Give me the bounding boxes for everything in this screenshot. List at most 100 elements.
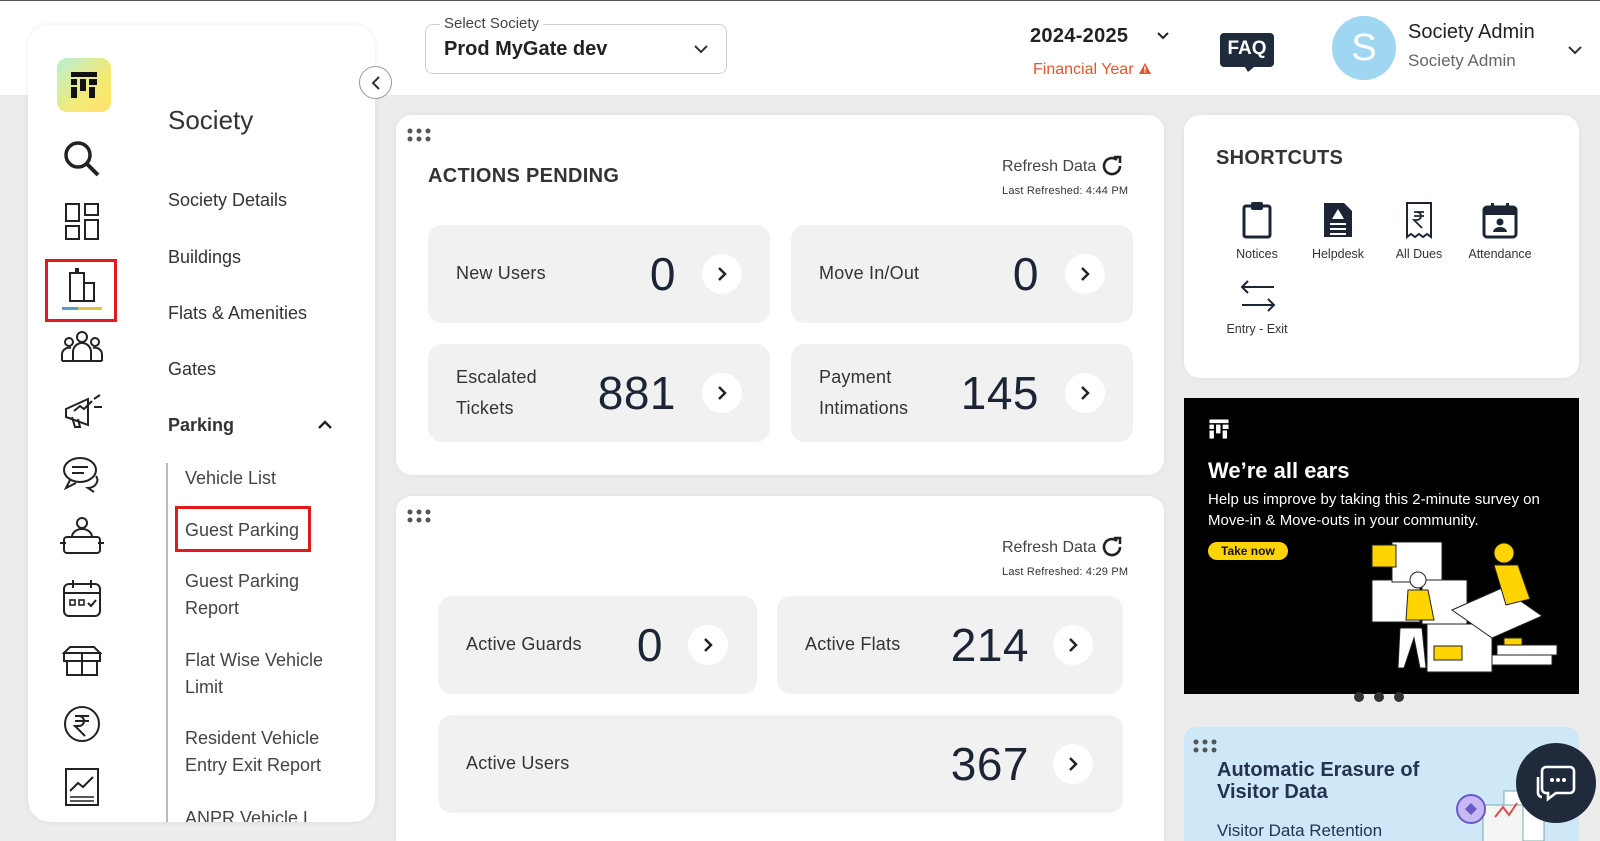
carousel-dot[interactable] (1354, 692, 1364, 702)
submenu-item-resident-vehicle-report[interactable]: Resident Vehicle Entry Exit Report (185, 725, 355, 779)
menu-item-buildings[interactable]: Buildings (168, 247, 241, 268)
shortcut-entry-exit[interactable]: Entry - Exit (1217, 278, 1297, 336)
dues-icon (1406, 202, 1432, 239)
submenu-item-flat-wise-vehicle-limit[interactable]: Flat Wise Vehicle Limit (185, 647, 355, 701)
app-logo[interactable] (57, 58, 111, 112)
menu-item-gates[interactable]: Gates (168, 359, 216, 380)
stat-label: Active Flats (805, 634, 901, 654)
faq-button[interactable]: FAQ (1218, 31, 1276, 72)
stat-value: 0 (649, 248, 676, 300)
last-refreshed: Last Refreshed: 4:29 PM (1002, 566, 1129, 578)
section-title: Society (168, 105, 254, 135)
stat-active-guards[interactable]: Active Guards 0 (438, 596, 757, 694)
moving-boxes-illustration (1371, 541, 1558, 673)
actions-pending-card: ACTIONS PENDING Refresh Data Last Refres… (396, 115, 1164, 475)
shortcut-notices[interactable]: Notices (1217, 201, 1297, 261)
user-role: Society Admin (1408, 51, 1516, 70)
submenu-item-anpr-vehicle[interactable]: ANPR Vehicle L (185, 805, 355, 822)
stat-active-users[interactable]: Active Users 367 (438, 715, 1123, 813)
carousel-dot[interactable] (1394, 692, 1404, 702)
carousel-dot[interactable] (1374, 692, 1384, 702)
go-button[interactable] (1065, 373, 1105, 413)
submenu-divider (166, 463, 168, 822)
chevron-right-icon (1081, 386, 1090, 400)
chevron-right-icon (718, 267, 727, 281)
chat-icon[interactable] (58, 450, 106, 498)
shortcut-label: Notices (1236, 247, 1278, 261)
go-button[interactable] (1053, 744, 1093, 784)
attendance-icon (1482, 203, 1518, 239)
stat-label: Payment Intimations (819, 367, 909, 418)
dashboard-icon[interactable] (58, 198, 106, 246)
avatar[interactable]: S (1332, 16, 1396, 80)
financial-year-label: Financial Year (1033, 61, 1233, 79)
support-chat-button[interactable] (1516, 743, 1596, 823)
chevron-right-icon (1081, 267, 1090, 281)
logo-icon (71, 72, 97, 98)
shortcut-label: All Dues (1395, 247, 1443, 261)
shortcut-all-dues[interactable]: All Dues (1379, 201, 1459, 261)
search-icon[interactable] (58, 135, 106, 183)
calendar-icon[interactable] (58, 575, 106, 623)
stat-label: Active Users (466, 753, 570, 773)
drag-handle-icon[interactable] (406, 509, 432, 523)
user-name: Society Admin (1408, 21, 1535, 43)
financial-year-selector[interactable]: 2024-2025 Financial Year (1030, 25, 1170, 78)
drag-handle-icon[interactable] (406, 128, 432, 142)
shortcuts-title: SHORTCUTS (1216, 147, 1344, 169)
rupee-icon[interactable] (58, 700, 106, 748)
menu-item-society-details[interactable]: Society Details (168, 190, 287, 211)
shortcut-helpdesk[interactable]: Helpdesk (1298, 201, 1378, 261)
stat-value: 145 (960, 367, 1039, 419)
shortcut-attendance[interactable]: Attendance (1460, 201, 1540, 261)
go-button[interactable] (702, 254, 742, 294)
stat-payment-intimations[interactable]: Payment Intimations 145 (791, 344, 1133, 442)
amenities-icon[interactable] (58, 637, 106, 685)
survey-banner[interactable]: We’re all ears Help us improve by taking… (1184, 398, 1579, 694)
stat-escalated-tickets[interactable]: Escalated Tickets 881 (428, 344, 770, 442)
stat-label: Active Guards (466, 634, 582, 654)
overview-card: Refresh Data Last Refreshed: 4:29 PM Act… (396, 496, 1164, 841)
last-refreshed: Last Refreshed: 4:44 PM (1002, 185, 1129, 197)
reports-icon[interactable] (58, 763, 106, 811)
stat-label: Move In/Out (819, 263, 920, 283)
stat-value: 0 (636, 619, 663, 671)
refresh-icon[interactable] (1100, 535, 1124, 559)
helpdesk-icon (1324, 203, 1352, 237)
stat-value: 367 (950, 738, 1029, 790)
menu-item-parking[interactable]: Parking (168, 415, 234, 436)
refresh-icon[interactable] (1100, 154, 1124, 178)
chevron-down-icon[interactable] (1566, 41, 1584, 59)
residents-icon[interactable] (58, 325, 106, 373)
refresh-data-button[interactable]: Refresh Data (1002, 158, 1096, 176)
submenu-item-vehicle-list[interactable]: Vehicle List (185, 465, 355, 492)
stat-new-users[interactable]: New Users 0 (428, 225, 770, 323)
go-button[interactable] (688, 625, 728, 665)
sidebar: Society Society Details Buildings Flats … (28, 25, 375, 822)
take-now-button[interactable]: Take now (1208, 542, 1288, 560)
stat-active-flats[interactable]: Active Flats 214 (777, 596, 1123, 694)
submenu-item-guest-parking-report[interactable]: Guest Parking Report (185, 568, 355, 622)
society-select[interactable]: Select Society Prod MyGate dev (425, 15, 727, 74)
go-button[interactable] (1053, 625, 1093, 665)
chevron-right-icon (1069, 638, 1078, 652)
collapse-sidebar-button[interactable] (359, 66, 392, 99)
go-button[interactable] (702, 373, 742, 413)
drag-handle-icon[interactable] (1192, 739, 1218, 753)
society-select-label: Select Society (440, 15, 544, 32)
stat-move-in-out[interactable]: Move In/Out 0 (791, 225, 1133, 323)
shortcut-label: Helpdesk (1311, 247, 1365, 261)
stat-label: Escalated Tickets (456, 367, 537, 418)
banner-title: We’re all ears (1208, 458, 1350, 483)
service-icon[interactable] (58, 513, 106, 561)
chevron-up-icon[interactable] (316, 418, 334, 432)
banner-subtitle: Help us improve by taking this 2-minute … (1208, 491, 1540, 529)
announcement-icon[interactable] (58, 387, 106, 435)
refresh-data-button[interactable]: Refresh Data (1002, 539, 1096, 557)
go-button[interactable] (1065, 254, 1105, 294)
logo-icon (1209, 419, 1229, 439)
menu-item-flats-amenities[interactable]: Flats & Amenities (168, 303, 307, 324)
chevron-down-icon (1157, 32, 1169, 40)
guest-parking-highlight (175, 506, 311, 552)
stat-label: New Users (456, 263, 546, 283)
